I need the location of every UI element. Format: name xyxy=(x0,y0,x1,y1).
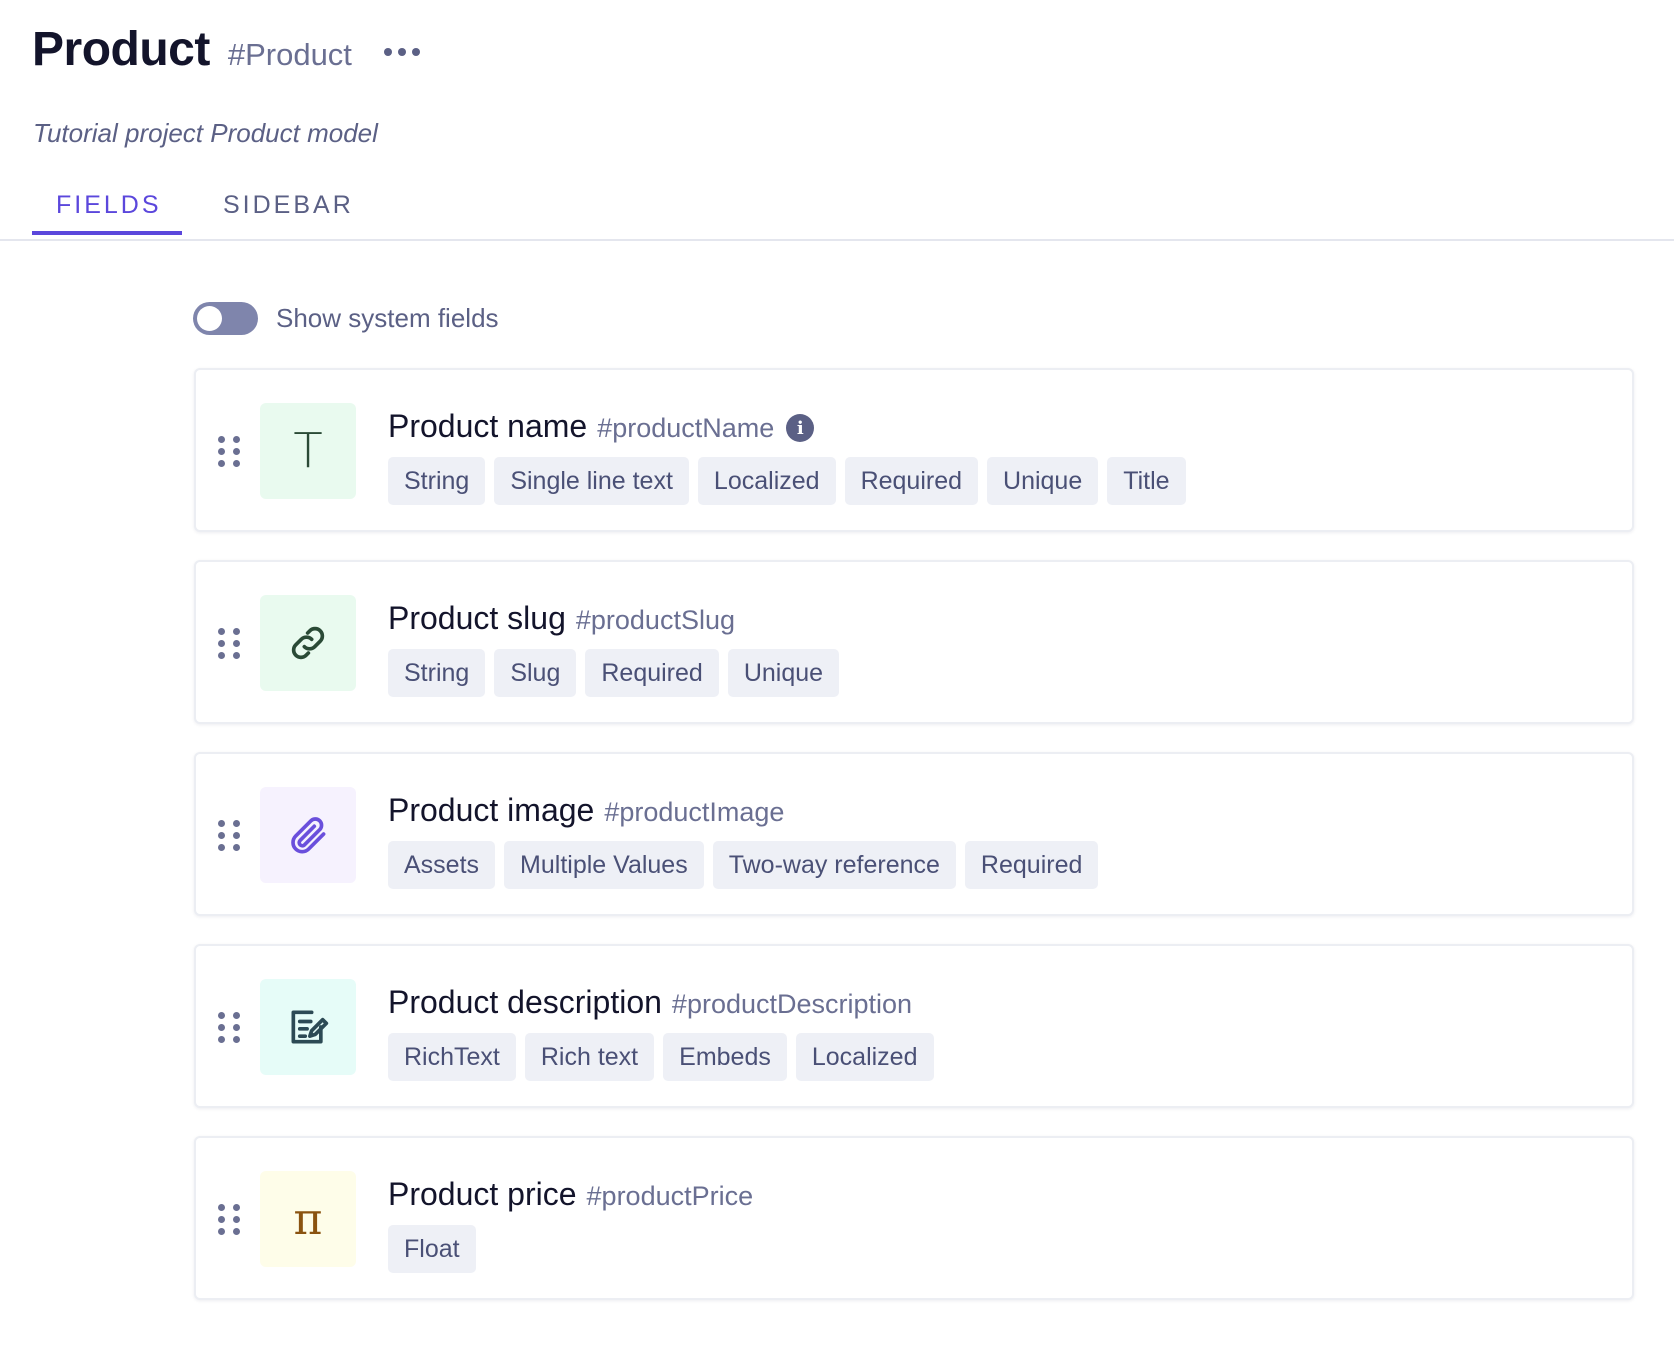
field-tags: RichText Rich text Embeds Localized xyxy=(388,1033,934,1081)
field-tags: String Single line text Localized Requir… xyxy=(388,457,1186,505)
tag: Required xyxy=(585,649,719,697)
field-tags: Float xyxy=(388,1225,753,1273)
tag: RichText xyxy=(388,1033,516,1081)
tag: Assets xyxy=(388,841,496,889)
field-tags: Assets Multiple Values Two-way reference… xyxy=(388,841,1099,889)
drag-handle-icon[interactable] xyxy=(218,820,241,851)
active-tab-indicator xyxy=(32,231,182,235)
model-header: Product #Product xyxy=(32,22,422,82)
tag: Required xyxy=(964,841,1099,889)
model-description: Tutorial project Product model xyxy=(33,118,378,148)
more-dots-icon xyxy=(383,48,392,56)
text-T-icon: T xyxy=(260,403,356,499)
tab-fields[interactable]: FIELDS xyxy=(56,191,162,220)
field-card-product-description[interactable]: Product description #productDescription … xyxy=(194,944,1634,1108)
field-api-id: #productPrice xyxy=(586,1181,754,1211)
tag: Title xyxy=(1107,457,1186,505)
field-card-product-slug[interactable]: Product slug #productSlug String Slug Re… xyxy=(194,560,1634,724)
field-name: Product description xyxy=(388,984,662,1020)
tag: Unique xyxy=(987,457,1099,505)
more-options-button[interactable] xyxy=(382,42,422,62)
field-name: Product name xyxy=(388,408,588,444)
tag: String xyxy=(388,457,486,505)
tag: Two-way reference xyxy=(712,841,956,889)
field-name: Product image xyxy=(388,792,595,828)
tag: Multiple Values xyxy=(504,841,704,889)
field-api-id: #productSlug xyxy=(575,605,735,635)
field-card-product-name[interactable]: T Product name #productName i String Sin… xyxy=(194,368,1634,532)
pi-icon: π xyxy=(260,1171,356,1267)
tag: Localized xyxy=(697,457,836,505)
tag: Slug xyxy=(494,649,577,697)
link-icon xyxy=(260,595,356,691)
tag: Unique xyxy=(727,649,840,697)
tag: Localized xyxy=(795,1033,934,1081)
field-tags: String Slug Required Unique xyxy=(388,649,840,697)
drag-handle-icon[interactable] xyxy=(218,436,241,467)
drag-handle-icon[interactable] xyxy=(218,1204,241,1235)
field-card-product-price[interactable]: π Product price #productPrice Float xyxy=(194,1136,1634,1300)
page-title: Product xyxy=(32,23,210,76)
field-list: T Product name #productName i String Sin… xyxy=(194,368,1634,1328)
field-api-id: #productName xyxy=(597,413,775,443)
info-icon[interactable]: i xyxy=(786,414,815,442)
field-api-id: #productDescription xyxy=(671,989,913,1019)
drag-handle-icon[interactable] xyxy=(218,1012,241,1043)
system-fields-toggle[interactable] xyxy=(193,302,258,335)
toggle-label: Show system fields xyxy=(276,303,499,333)
rich-text-edit-icon xyxy=(260,979,356,1075)
field-card-product-image[interactable]: Product image #productImage Assets Multi… xyxy=(194,752,1634,916)
drag-handle-icon[interactable] xyxy=(218,628,241,659)
field-name: Product slug xyxy=(388,600,566,636)
tag: Required xyxy=(844,457,979,505)
tab-sidebar[interactable]: SIDEBAR xyxy=(223,191,354,220)
field-name: Product price xyxy=(388,1176,577,1212)
tag: Rich text xyxy=(524,1033,655,1081)
tag: String xyxy=(388,649,486,697)
paperclip-icon xyxy=(260,787,356,883)
system-fields-toggle-row: Show system fields xyxy=(193,302,499,335)
tag: Embeds xyxy=(663,1033,787,1081)
model-api-id: #Product xyxy=(227,37,352,72)
field-api-id: #productImage xyxy=(604,797,785,827)
tab-bar: FIELDS SIDEBAR xyxy=(0,185,1674,241)
tag: Single line text xyxy=(494,457,689,505)
toggle-knob xyxy=(197,306,222,331)
tag: Float xyxy=(388,1225,476,1273)
